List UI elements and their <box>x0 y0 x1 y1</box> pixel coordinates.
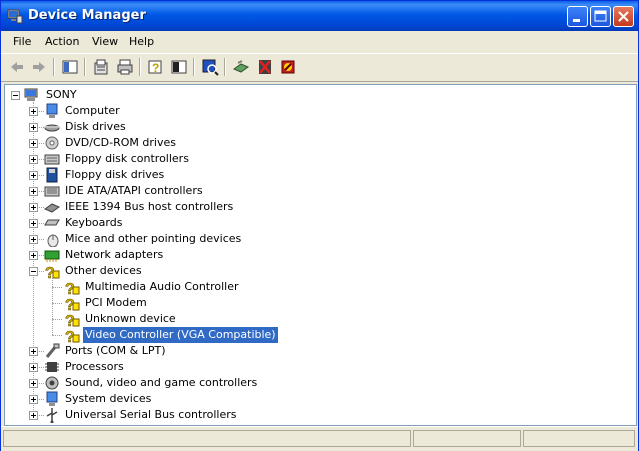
tree-device-label: Unknown device <box>85 312 176 325</box>
computer-icon <box>46 103 58 118</box>
collapse-toggle[interactable] <box>29 267 38 276</box>
tree-category-label: Ports (COM & LPT) <box>65 344 166 357</box>
tree-category-label: Universal Serial Bus controllers <box>65 408 237 421</box>
expand-toggle[interactable] <box>29 347 38 356</box>
expand-toggle[interactable] <box>29 203 38 212</box>
tree-line <box>52 278 54 335</box>
toolbar-separator <box>139 58 141 76</box>
expand-toggle[interactable] <box>29 107 38 116</box>
view-icon[interactable] <box>170 58 188 76</box>
maximize-button[interactable] <box>590 6 611 27</box>
window-title: Device Manager <box>28 8 146 23</box>
expand-toggle[interactable] <box>29 155 38 164</box>
minimize-button[interactable] <box>567 6 588 27</box>
tree-category-label: IDE ATA/ATAPI controllers <box>65 184 203 197</box>
uninstall-device-icon[interactable] <box>279 58 297 76</box>
device-manager-window: Device Manager File Action View Help ? S… <box>0 0 639 451</box>
tree-category-label: IEEE 1394 Bus host controllers <box>65 200 234 213</box>
expand-toggle[interactable] <box>29 171 38 180</box>
tree-device-label: PCI Modem <box>85 296 147 309</box>
device-manager-icon <box>7 9 23 24</box>
tree-category-label: Network adapters <box>65 248 164 261</box>
minimize-icon <box>573 19 580 22</box>
keyboard-icon <box>44 219 60 226</box>
unknown-device-warning-icon: ? <box>65 329 80 343</box>
computer-icon <box>24 88 38 101</box>
tree-category-label: DVD/CD-ROM drives <box>65 136 176 149</box>
expand-toggle[interactable] <box>29 123 38 132</box>
usb-icon <box>46 408 58 423</box>
menu-bar: File Action View Help <box>1 31 638 54</box>
expand-toggle[interactable] <box>29 251 38 260</box>
tree-category-label: Floppy disk drives <box>65 168 165 181</box>
expand-toggle[interactable] <box>29 395 38 404</box>
floppy-controller-icon <box>44 154 60 165</box>
port-icon <box>45 343 60 358</box>
disk-drive-icon <box>44 124 60 132</box>
tree-category-label: Mice and other pointing devices <box>65 232 242 245</box>
toolbar: ? <box>1 54 638 82</box>
status-panel-3 <box>523 430 635 447</box>
tree-category-label: Disk drives <box>65 120 126 133</box>
expand-toggle[interactable] <box>29 363 38 372</box>
collapse-toggle[interactable] <box>11 91 20 100</box>
expand-toggle[interactable] <box>29 411 38 420</box>
processor-icon <box>45 362 59 372</box>
tree-category-label: Sound, video and game controllers <box>65 376 258 389</box>
expand-toggle[interactable] <box>29 379 38 388</box>
cdrom-icon <box>45 136 59 150</box>
expand-toggle[interactable] <box>29 139 38 148</box>
title-bar[interactable]: Device Manager <box>1 1 638 31</box>
print-icon[interactable] <box>116 58 134 76</box>
disable-device-icon[interactable] <box>256 58 274 76</box>
ieee1394-icon <box>44 203 60 213</box>
expand-toggle[interactable] <box>29 235 38 244</box>
tree-line <box>52 335 62 337</box>
ide-controller-icon <box>44 186 60 197</box>
tree-category-label: Processors <box>65 360 124 373</box>
close-button[interactable] <box>613 6 634 27</box>
network-adapter-icon <box>44 250 60 262</box>
unknown-device-warning-icon: ? <box>65 297 80 311</box>
device-tree[interactable]: SONY Computer Disk drives DVD/CD-ROM drive… <box>4 84 637 426</box>
back-arrow-icon[interactable] <box>8 58 26 76</box>
unknown-device-icon: ? <box>45 265 60 279</box>
system-device-icon <box>46 391 58 406</box>
tree-device-label: Multimedia Audio Controller <box>85 280 239 293</box>
tree-root-label: SONY <box>46 88 77 101</box>
unknown-device-warning-icon: ? <box>65 313 80 327</box>
menu-file[interactable]: File <box>13 35 31 48</box>
tree-category-label: Floppy disk controllers <box>65 152 189 165</box>
maximize-icon <box>594 10 607 22</box>
unknown-device-warning-icon: ? <box>65 281 80 295</box>
menu-action[interactable]: Action <box>45 35 79 48</box>
update-driver-icon[interactable] <box>232 58 250 76</box>
forward-arrow-icon[interactable] <box>30 58 48 76</box>
status-panel-main <box>3 430 411 447</box>
toolbar-separator <box>224 58 226 76</box>
toolbar-separator <box>53 58 55 76</box>
menu-help[interactable]: Help <box>129 35 154 48</box>
properties-icon[interactable] <box>92 58 110 76</box>
mouse-icon <box>47 234 59 247</box>
scan-hardware-icon[interactable] <box>201 58 219 76</box>
tree-category-label: System devices <box>65 392 152 405</box>
help-icon[interactable]: ? <box>146 58 164 76</box>
status-panel-2 <box>413 430 521 447</box>
close-icon <box>618 11 629 22</box>
show-hide-console-tree-icon[interactable] <box>61 58 79 76</box>
sound-icon <box>45 376 59 390</box>
toolbar-separator <box>84 58 86 76</box>
expand-toggle[interactable] <box>29 219 38 228</box>
status-bar <box>1 426 638 451</box>
tree-category-label: Other devices <box>65 264 142 277</box>
toolbar-separator <box>193 58 195 76</box>
expand-toggle[interactable] <box>29 187 38 196</box>
menu-view[interactable]: View <box>92 35 118 48</box>
svg-text:?: ? <box>152 61 159 75</box>
tree-category-label: Keyboards <box>65 216 123 229</box>
tree-device-label-selected: Video Controller (VGA Compatible) <box>82 326 279 344</box>
tree-category-label: Computer <box>65 104 120 117</box>
floppy-drive-icon <box>46 167 58 183</box>
